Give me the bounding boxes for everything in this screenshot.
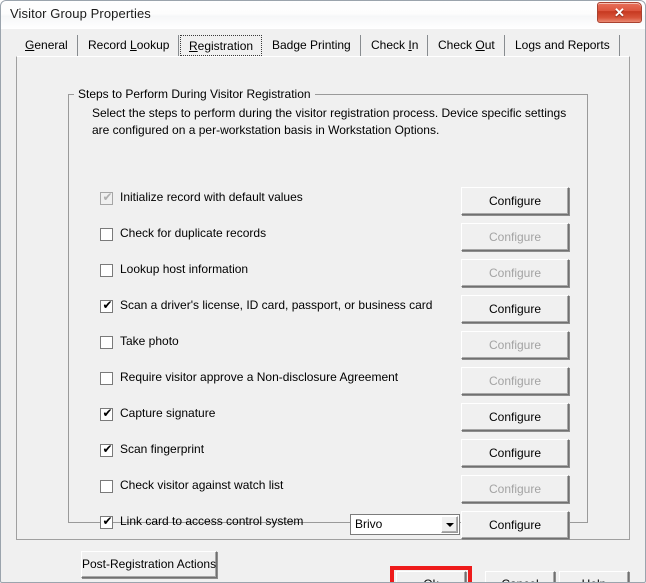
check-icon: ✔: [102, 514, 113, 528]
dialog-client-area: General Record Lookup Registration Badge Pr…: [2, 29, 644, 582]
registration-step-row: ✔ Scan fingerprint Configure: [17, 439, 631, 467]
configure-button-8: Configure: [461, 475, 569, 503]
dialog-window: Visitor Group Properties ✕ General Record…: [0, 0, 646, 583]
checkbox-check-for-duplicate-records[interactable]: [100, 228, 113, 241]
checkbox-label[interactable]: Check visitor against watch list: [120, 478, 283, 492]
checkbox-scan-a-driver-s-license-id-card-passport[interactable]: ✔: [100, 298, 113, 313]
title-bar: Visitor Group Properties ✕: [1, 1, 645, 29]
checkbox-label[interactable]: Scan fingerprint: [120, 442, 204, 456]
check-icon: ✔: [102, 406, 113, 420]
post-registration-actions-button[interactable]: Post-Registration Actions: [81, 551, 217, 578]
window-title: Visitor Group Properties: [10, 6, 151, 21]
registration-step-row: Check visitor against watch list Configur…: [17, 475, 631, 503]
configure-button-5: Configure: [461, 367, 569, 395]
tab-label: Registration: [189, 39, 254, 53]
checkbox-require-visitor-approve-a-non-disclosure[interactable]: [100, 372, 113, 385]
tab-logs-and-reports[interactable]: Logs and Reports: [506, 35, 620, 56]
checkbox-lookup-host-information[interactable]: [100, 264, 113, 277]
tab-label: Logs and Reports: [515, 38, 610, 52]
tab-record-lookup[interactable]: Record Lookup: [79, 35, 180, 56]
registration-step-row: Lookup host information Configure: [17, 259, 631, 287]
registration-step-row: Check for duplicate records Configure: [17, 223, 631, 251]
registration-step-row: Require visitor approve a Non-disclosure…: [17, 367, 631, 395]
tab-label: Badge Printing: [272, 38, 351, 52]
check-icon: ✔: [102, 190, 113, 204]
registration-step-row: ✔ Link card to access control system Confi…: [17, 511, 631, 539]
chevron-down-icon[interactable]: [441, 516, 458, 533]
registration-step-row: ✔ Scan a driver's license, ID card, passp…: [17, 295, 631, 323]
checkbox-label: Initialize record with default values: [120, 190, 303, 204]
configure-button-7[interactable]: Configure: [461, 439, 569, 467]
groupbox-description: Select the steps to perform during the v…: [92, 106, 567, 137]
checkbox-initialize-record-with-default-values: ✔: [100, 190, 113, 205]
cancel-button[interactable]: Cancel: [485, 571, 555, 582]
tab-general[interactable]: General: [16, 35, 78, 56]
registration-step-row: ✔ Capture signature Configure: [17, 403, 631, 431]
checkbox-label[interactable]: Link card to access control system: [120, 514, 303, 528]
configure-button-6[interactable]: Configure: [461, 403, 569, 431]
checkbox-label[interactable]: Capture signature: [120, 406, 215, 420]
tab-label: Check In: [371, 38, 419, 52]
configure-button-4: Configure: [461, 331, 569, 359]
checkbox-label[interactable]: Lookup host information: [120, 262, 248, 276]
registration-step-row: Take photo Configure: [17, 331, 631, 359]
configure-button-1: Configure: [461, 223, 569, 251]
tab-check-in[interactable]: Check In: [362, 35, 429, 56]
close-icon: ✕: [614, 5, 625, 20]
checkbox-take-photo[interactable]: [100, 336, 113, 349]
check-icon: ✔: [102, 442, 113, 456]
checkbox-label[interactable]: Take photo: [120, 334, 179, 348]
configure-button-2: Configure: [461, 259, 569, 287]
checkbox-scan-fingerprint[interactable]: ✔: [100, 442, 113, 457]
groupbox-legend: Steps to Perform During Visitor Registra…: [74, 87, 315, 101]
close-button[interactable]: ✕: [597, 2, 642, 23]
tab-strip: General Record Lookup Registration Badge Pr…: [16, 35, 630, 57]
configure-button-0[interactable]: Configure: [461, 187, 569, 215]
checkbox-link-card-to-access-control-system[interactable]: ✔: [100, 514, 113, 529]
tab-registration[interactable]: Registration: [180, 35, 263, 56]
tab-label: Record Lookup: [88, 38, 170, 52]
configure-button-9[interactable]: Configure: [461, 511, 569, 539]
tab-label: General: [25, 38, 68, 52]
registration-step-row: ✔ Initialize record with default values Co…: [17, 187, 631, 215]
tab-page-registration: Steps to Perform During Visitor Registra…: [16, 56, 631, 578]
checkbox-label[interactable]: Check for duplicate records: [120, 226, 266, 240]
help-button[interactable]: Help: [559, 571, 629, 582]
checkbox-capture-signature[interactable]: ✔: [100, 406, 113, 421]
checkbox-check-visitor-against-watch-list[interactable]: [100, 480, 113, 493]
access-control-system-select[interactable]: Brivo: [350, 514, 460, 535]
tab-badge-printing[interactable]: Badge Printing: [263, 35, 361, 56]
check-icon: ✔: [102, 298, 113, 312]
checkbox-label[interactable]: Require visitor approve a Non-disclosure…: [120, 370, 398, 384]
tab-label: Check Out: [438, 38, 495, 52]
ok-button[interactable]: Ok: [396, 571, 466, 582]
configure-button-3[interactable]: Configure: [461, 295, 569, 323]
tab-check-out[interactable]: Check Out: [429, 35, 505, 56]
access-control-system-value: Brivo: [355, 517, 383, 531]
checkbox-label[interactable]: Scan a driver's license, ID card, passpo…: [120, 298, 432, 312]
